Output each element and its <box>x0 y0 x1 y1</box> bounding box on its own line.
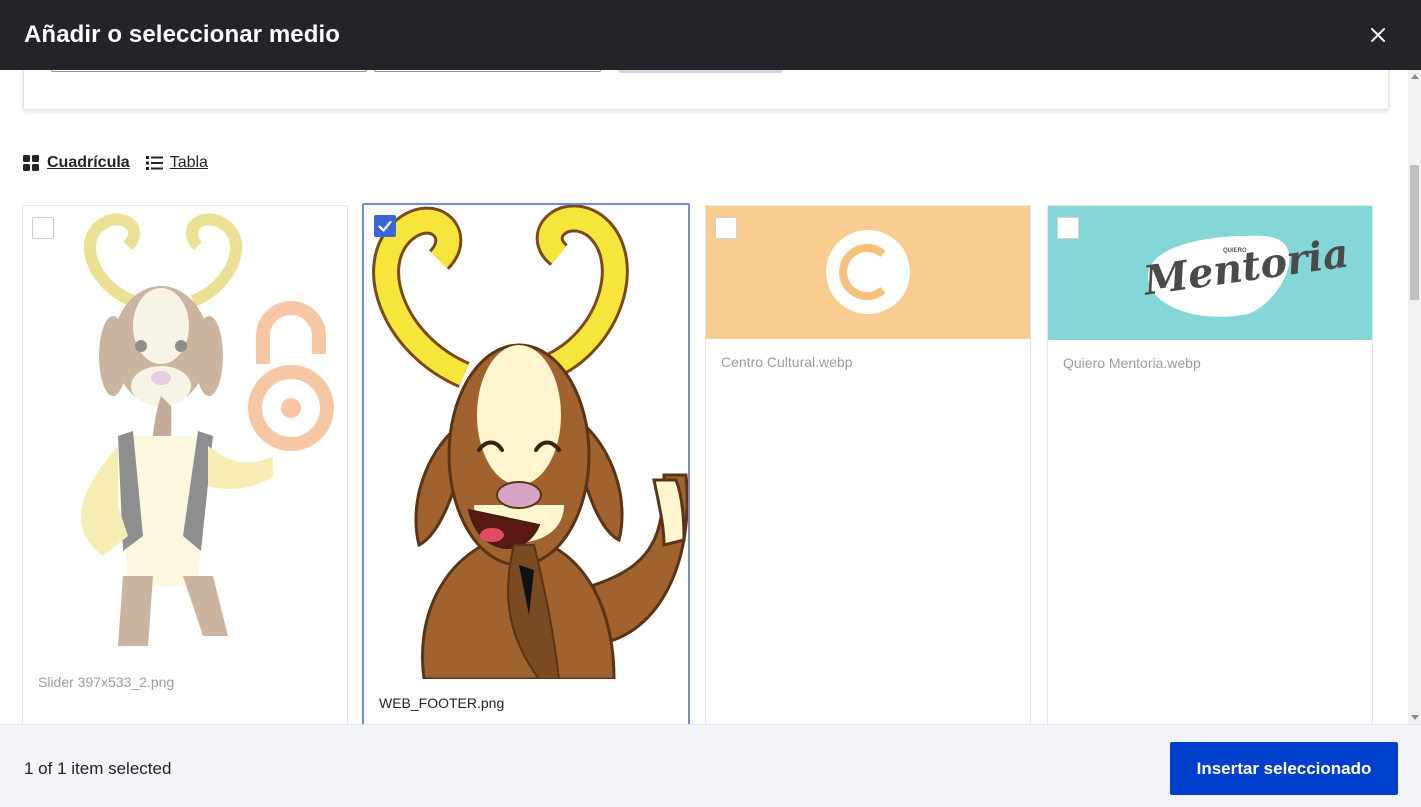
scroll-up-arrow[interactable] <box>1411 74 1419 79</box>
media-filename: WEB_FOOTER.png <box>379 695 505 711</box>
filter-panel <box>23 70 1389 110</box>
vertical-scrollbar[interactable] <box>1408 70 1421 724</box>
close-button[interactable] <box>1367 24 1389 46</box>
media-card[interactable]: Centro Cultural.webp <box>705 205 1031 724</box>
media-thumbnail <box>364 205 688 679</box>
media-thumbnail <box>23 206 347 666</box>
list-icon <box>145 156 163 170</box>
media-thumbnail <box>706 206 1030 339</box>
grid-view-link[interactable]: Cuadrícula <box>23 154 130 172</box>
table-view-link[interactable]: Tabla <box>145 154 208 172</box>
media-checkbox[interactable] <box>32 217 54 239</box>
dialog-footer: 1 of 1 item selected Insertar selecciona… <box>0 724 1421 807</box>
dialog-titlebar: Añadir o seleccionar medio <box>0 0 1421 70</box>
media-thumbnail: QUIERO Mentoria <box>1048 206 1372 340</box>
media-card[interactable]: Slider 397x533_2.png <box>22 205 348 724</box>
open-access-logo <box>248 301 334 451</box>
media-card[interactable]: QUIERO Mentoria Quiero Mentoria.webp <box>1047 205 1373 724</box>
media-filename: Quiero Mentoria.webp <box>1063 355 1201 371</box>
apply-filters-button[interactable] <box>618 70 783 73</box>
media-filename: Centro Cultural.webp <box>721 354 853 370</box>
table-view-label: Tabla <box>169 154 208 171</box>
media-checkbox[interactable] <box>715 217 737 239</box>
media-card-selected[interactable]: WEB_FOOTER.png <box>362 203 690 724</box>
dialog-title: Añadir o seleccionar medio <box>24 21 341 48</box>
view-switcher: Cuadrícula Tabla <box>23 154 208 172</box>
scrollbar-thumb[interactable] <box>1410 165 1419 300</box>
media-checkbox-checked[interactable] <box>374 215 396 237</box>
name-filter-input[interactable] <box>51 70 367 72</box>
close-icon <box>1371 28 1385 42</box>
media-checkbox[interactable] <box>1057 217 1079 239</box>
selection-count: 1 of 1 item selected <box>24 759 172 778</box>
sort-select[interactable] <box>374 70 601 72</box>
insert-selected-button[interactable]: Insertar seleccionado <box>1170 742 1398 795</box>
grid-icon <box>23 154 39 171</box>
media-filename: Slider 397x533_2.png <box>38 674 175 690</box>
grid-view-label: Cuadrícula <box>47 154 130 171</box>
scroll-down-arrow[interactable] <box>1411 715 1419 720</box>
check-icon <box>378 220 392 232</box>
dialog-body[interactable]: Cuadrícula Tabla Slider 397x533_2.png WE… <box>0 70 1408 724</box>
